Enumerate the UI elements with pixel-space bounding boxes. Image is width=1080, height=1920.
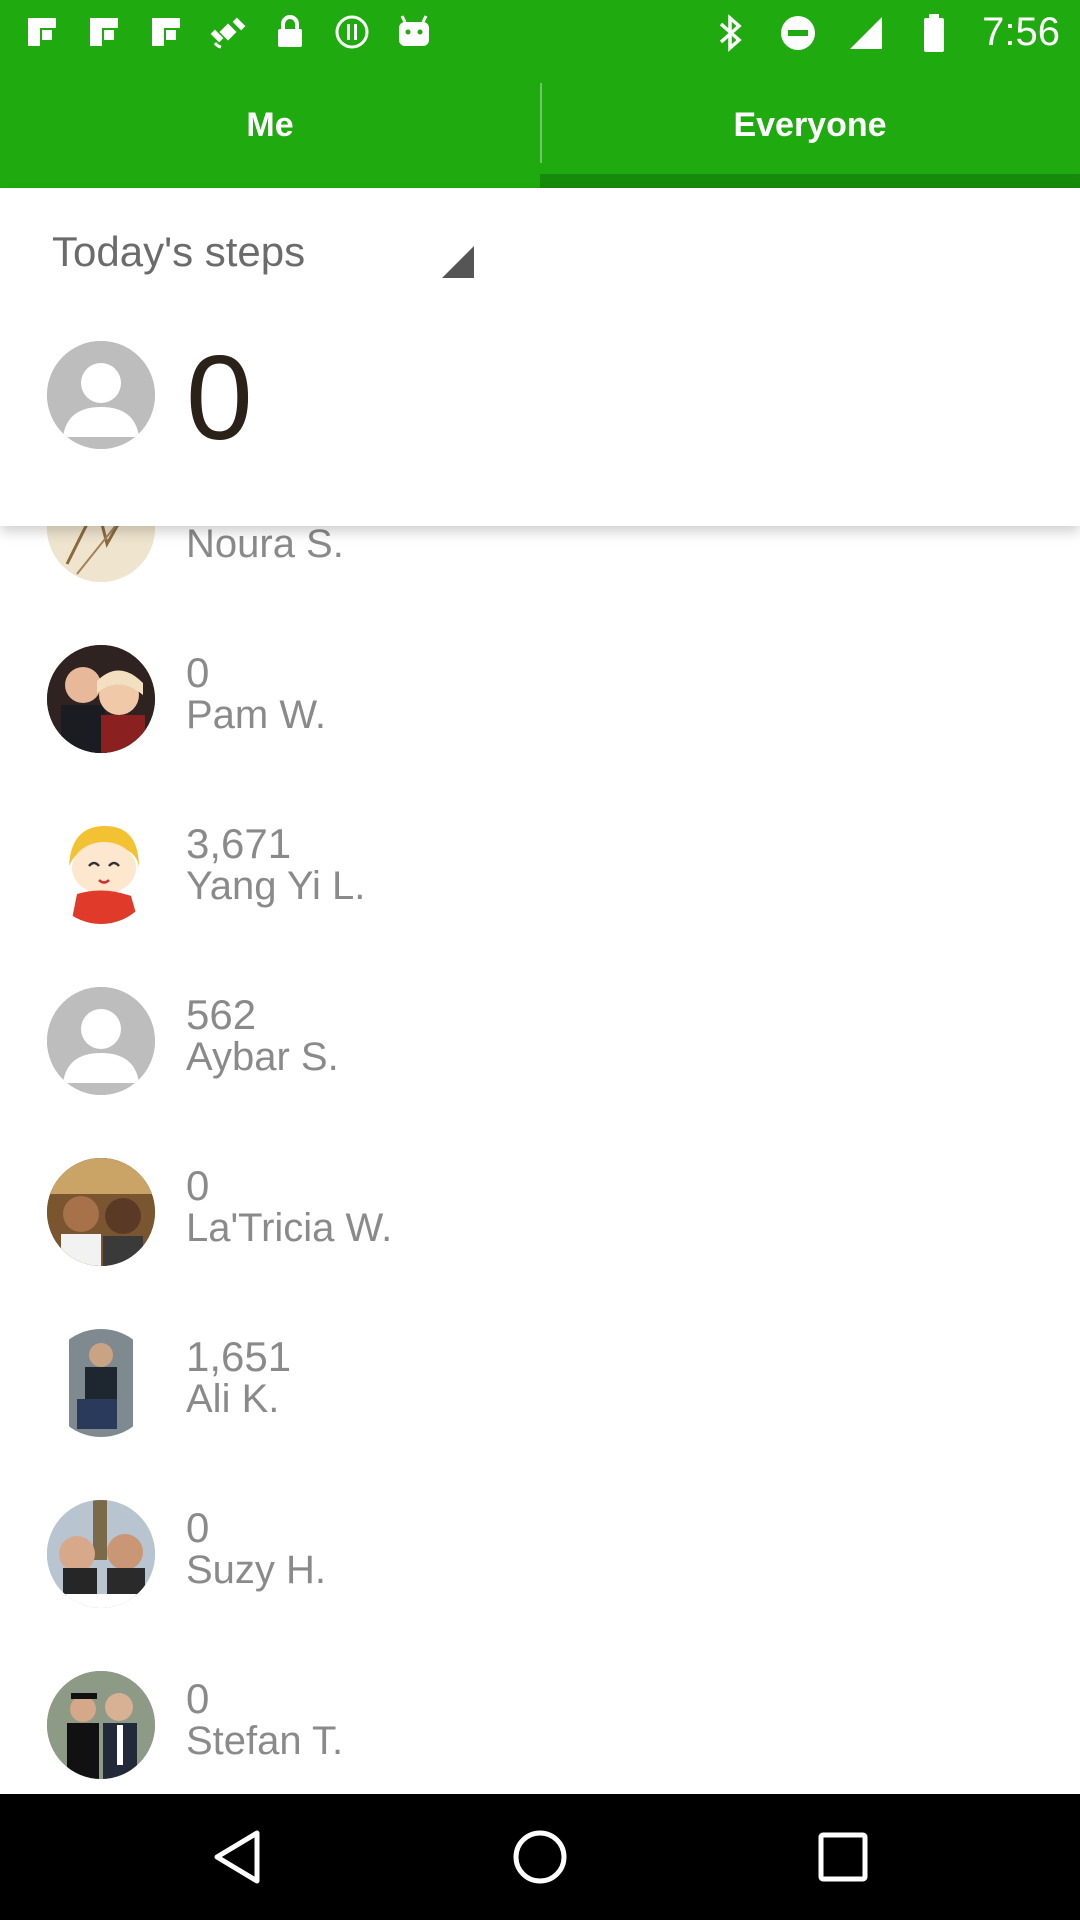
step-count: 0	[186, 1675, 210, 1722]
couple-photo-icon	[47, 645, 155, 753]
avatar	[47, 987, 155, 1095]
list-item[interactable]: 0 La'Tricia W.	[0, 1158, 1080, 1329]
list-item[interactable]: 0 Suzy H.	[0, 1500, 1080, 1671]
sketch-photo-icon	[47, 526, 155, 582]
user-name: Aybar S.	[186, 1035, 339, 1079]
tab-everyone[interactable]: Everyone	[540, 63, 1080, 188]
leaderboard-list[interactable]: Noura S. 0 Pam W. 3,671 Yang Yi L. 562 A…	[0, 526, 1080, 1794]
user-name: La'Tricia W.	[186, 1206, 393, 1250]
tab-me-label: Me	[246, 106, 294, 144]
user-name: Noura S.	[186, 526, 344, 566]
battery-icon	[914, 13, 954, 53]
my-avatar[interactable]	[47, 341, 155, 449]
avatar	[47, 526, 155, 582]
avatar	[47, 1329, 155, 1437]
tab-bar: Me Everyone	[0, 63, 1080, 188]
bluetooth-icon	[710, 13, 750, 53]
android-icon	[394, 12, 434, 52]
default-avatar-icon	[47, 987, 155, 1095]
my-step-count: 0	[186, 331, 253, 465]
avatar	[47, 1671, 155, 1779]
signal-icon	[846, 13, 886, 53]
avatar	[47, 1158, 155, 1266]
dropdown-triangle-icon[interactable]	[442, 246, 474, 278]
recents-icon[interactable]	[810, 1824, 876, 1890]
user-name: Ali K.	[186, 1377, 280, 1421]
step-count: 0	[186, 1504, 210, 1551]
user-name: Stefan T.	[186, 1719, 344, 1763]
info-icon	[332, 12, 372, 52]
cartoon-girl-icon	[47, 816, 155, 924]
lock-icon	[270, 12, 310, 52]
back-icon[interactable]	[204, 1824, 270, 1890]
home-icon[interactable]	[507, 1824, 573, 1890]
status-bar: 7:56	[0, 0, 1080, 63]
graduation-photo-icon	[47, 1671, 155, 1779]
do-not-disturb-icon	[778, 13, 818, 53]
list-item[interactable]: 3,671 Yang Yi L.	[0, 816, 1080, 987]
list-item[interactable]: 1,651 Ali K.	[0, 1329, 1080, 1500]
tab-everyone-label: Everyone	[733, 106, 887, 144]
satellite-icon	[208, 12, 248, 52]
user-name: Pam W.	[186, 693, 327, 737]
user-name: Suzy H.	[186, 1548, 327, 1592]
flipboard-icon	[84, 12, 124, 52]
couple-photo-icon	[47, 1500, 155, 1608]
clock: 7:56	[982, 10, 1060, 54]
couple-photo-icon	[47, 1158, 155, 1266]
avatar	[47, 816, 155, 924]
step-count: 3,671	[186, 820, 292, 867]
person-photo-icon	[47, 1329, 155, 1437]
list-item[interactable]: 0 Stefan T.	[0, 1671, 1080, 1794]
list-item[interactable]: 0 Pam W.	[0, 645, 1080, 816]
tab-me[interactable]: Me	[0, 63, 540, 188]
step-count: 0	[186, 1162, 210, 1209]
avatar	[47, 1500, 155, 1608]
flipboard-icon	[146, 12, 186, 52]
step-count: 562	[186, 991, 257, 1038]
avatar	[47, 645, 155, 753]
filter-dropdown[interactable]: Today's steps	[52, 228, 305, 276]
system-nav-bar	[0, 1794, 1080, 1920]
user-name: Yang Yi L.	[186, 864, 366, 908]
list-item[interactable]: 562 Aybar S.	[0, 987, 1080, 1158]
list-item[interactable]: Noura S.	[0, 526, 1080, 645]
step-count: 0	[186, 649, 210, 696]
flipboard-icon	[22, 12, 62, 52]
step-count: 1,651	[186, 1333, 292, 1380]
default-avatar-icon	[47, 341, 155, 449]
